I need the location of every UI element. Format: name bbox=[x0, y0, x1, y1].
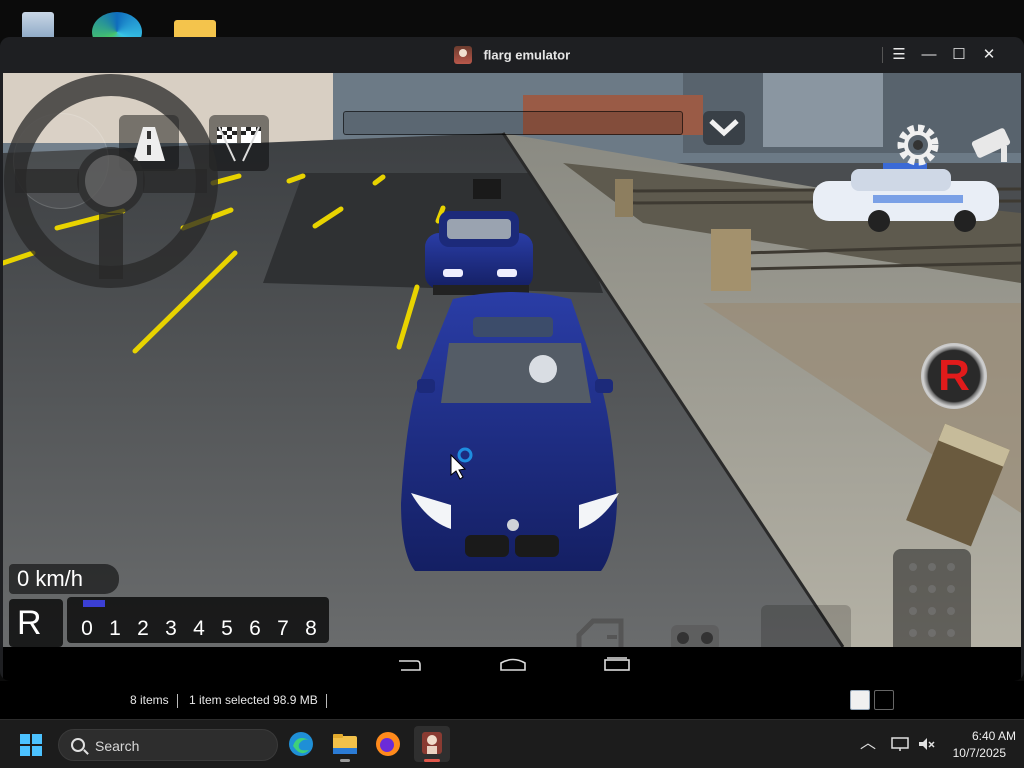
volume-muted-icon[interactable] bbox=[916, 734, 936, 754]
search-placeholder: Search bbox=[95, 738, 140, 754]
rpm-tick: 5 bbox=[221, 617, 233, 640]
item-count: 8 items bbox=[130, 693, 169, 707]
settings-button[interactable] bbox=[889, 116, 947, 174]
horn-button[interactable] bbox=[761, 605, 851, 647]
windows-logo-icon bbox=[32, 734, 42, 744]
edge-icon[interactable] bbox=[283, 726, 319, 762]
recents-icon[interactable] bbox=[603, 657, 631, 671]
top-info-bar bbox=[343, 111, 683, 135]
steering-wheel-icon[interactable] bbox=[3, 73, 219, 289]
rpm-tick: 0 bbox=[81, 617, 93, 640]
window-titlebar[interactable]: flarg emulator ☰ — ☐ ✕ bbox=[0, 37, 1024, 73]
titlebar-divider bbox=[882, 47, 883, 63]
flarg-emulator-icon[interactable] bbox=[414, 726, 450, 762]
selection-info: 1 item selected 98.9 MB bbox=[189, 693, 318, 707]
status-divider bbox=[326, 694, 327, 708]
firefox-logo bbox=[376, 732, 400, 756]
collapse-button[interactable] bbox=[703, 111, 745, 145]
android-nav-bar bbox=[3, 647, 1021, 681]
flarg-app-icon bbox=[453, 46, 472, 64]
recycle-bin-icon[interactable] bbox=[20, 8, 60, 40]
minimize-button[interactable]: — bbox=[916, 43, 942, 67]
clock-date[interactable]: 10/7/2025 bbox=[944, 745, 1006, 761]
firefox-icon[interactable] bbox=[370, 726, 406, 762]
back-icon[interactable] bbox=[397, 657, 421, 671]
edge-shortcut-icon[interactable] bbox=[92, 8, 142, 52]
headlights-icon bbox=[671, 625, 719, 647]
edge-logo bbox=[289, 732, 313, 756]
emulator-window: flarg emulator ☰ — ☐ ✕ R 0 km/h R 0 1 2 … bbox=[0, 37, 1024, 681]
flarg-logo bbox=[422, 732, 442, 754]
file-explorer-status-strip: 8 items 1 item selected 98.9 MB bbox=[0, 681, 1024, 719]
taskbar: Search ︿ 6:40 AM 10/7/2025 bbox=[0, 719, 1024, 768]
rpm-scale: 0 1 2 3 4 5 6 7 8 bbox=[73, 617, 329, 641]
rpm-tick: 1 bbox=[109, 617, 121, 640]
rpm-level-bar bbox=[83, 600, 105, 607]
running-indicator bbox=[340, 759, 350, 762]
rpm-tick: 4 bbox=[193, 617, 205, 640]
desktop: flarg emulator ☰ — ☐ ✕ R 0 km/h R 0 1 2 … bbox=[0, 0, 1024, 768]
pedal-texture bbox=[909, 563, 955, 637]
menu-icon[interactable]: ☰ bbox=[886, 43, 912, 67]
door-button[interactable] bbox=[569, 611, 631, 647]
title-group: flarg emulator bbox=[0, 46, 1024, 64]
start-button[interactable] bbox=[14, 730, 50, 760]
tray-chevron-up-icon[interactable]: ︿ bbox=[858, 734, 878, 754]
camera-button[interactable] bbox=[961, 116, 1021, 174]
display-icon[interactable] bbox=[890, 734, 910, 754]
speed-readout: 0 km/h bbox=[17, 566, 84, 591]
chevron-down-icon bbox=[709, 119, 739, 137]
windows-logo-icon bbox=[32, 746, 42, 756]
file-explorer-icon[interactable] bbox=[327, 726, 363, 762]
windows-logo-icon bbox=[20, 746, 30, 756]
gear-icon bbox=[897, 124, 939, 166]
rpm-tick: 6 bbox=[249, 617, 261, 640]
gear-indicator: R bbox=[17, 604, 42, 642]
maximize-button[interactable]: ☐ bbox=[946, 43, 972, 67]
status-bar: 8 items 1 item selected 98.9 MB bbox=[0, 681, 1024, 719]
headlights-button[interactable] bbox=[665, 613, 725, 647]
rpm-tick: 2 bbox=[137, 617, 149, 640]
search-input[interactable]: Search bbox=[58, 729, 278, 761]
folder-logo bbox=[333, 734, 357, 754]
close-button[interactable]: ✕ bbox=[976, 43, 1002, 67]
camera-icon bbox=[971, 128, 1011, 162]
window-title: flarg emulator bbox=[483, 47, 571, 63]
rpm-tick: 3 bbox=[165, 617, 177, 640]
reverse-label: R bbox=[938, 351, 970, 400]
clock-time[interactable]: 6:40 AM bbox=[944, 728, 1016, 744]
tiles-view-icon[interactable] bbox=[874, 690, 894, 710]
search-icon bbox=[71, 738, 85, 752]
status-divider bbox=[177, 694, 178, 708]
folder-shortcut-icon[interactable] bbox=[174, 8, 216, 44]
home-icon[interactable] bbox=[499, 657, 527, 671]
active-indicator bbox=[424, 759, 440, 762]
car-door-icon bbox=[576, 618, 624, 647]
game-viewport[interactable]: R 0 km/h R 0 1 2 3 4 5 6 7 8 bbox=[3, 73, 1021, 647]
rpm-tick: 7 bbox=[277, 617, 289, 640]
details-view-icon[interactable] bbox=[850, 690, 870, 710]
windows-logo-icon bbox=[20, 734, 30, 744]
rpm-tick: 8 bbox=[305, 617, 317, 640]
gas-pedal-icon[interactable] bbox=[893, 549, 971, 647]
